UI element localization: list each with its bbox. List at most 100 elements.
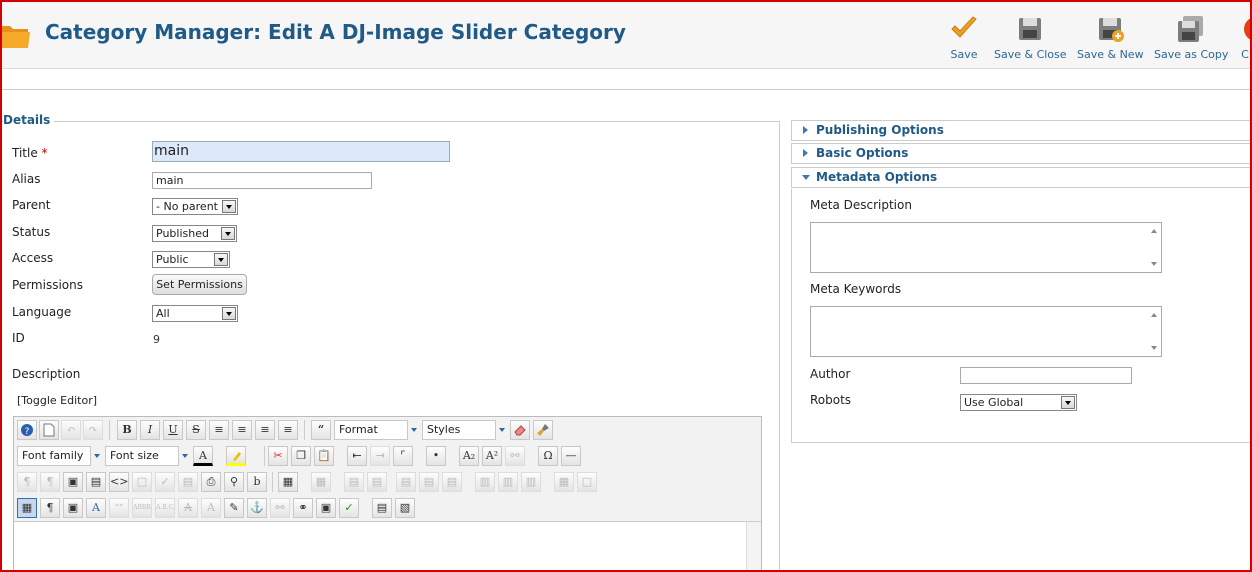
indent-icon[interactable]: ⇥ xyxy=(370,446,390,466)
meta-description-textarea[interactable] xyxy=(810,222,1162,273)
redo-icon[interactable]: ↷ xyxy=(83,420,103,440)
code-icon[interactable]: <> xyxy=(109,472,129,492)
del-icon[interactable]: A xyxy=(178,498,198,518)
font-family-dropdown[interactable]: Font family xyxy=(17,446,100,466)
insert-col-after-icon[interactable]: ▥ xyxy=(498,472,518,492)
replace-icon[interactable]: b xyxy=(247,472,267,492)
fullscreen-icon[interactable]: ▤ xyxy=(372,498,392,518)
editor-content-area[interactable] xyxy=(14,521,761,572)
superscript-icon[interactable]: A² xyxy=(482,446,502,466)
split-cells-icon[interactable]: ▦ xyxy=(554,472,574,492)
page-break-icon[interactable]: ▤ xyxy=(178,472,198,492)
save-as-copy-button[interactable]: Save as Copy xyxy=(1154,14,1228,61)
new-document-icon[interactable] xyxy=(39,420,59,440)
metadata-options-panel[interactable]: Metadata Options xyxy=(791,167,1252,188)
align-left-icon[interactable]: ≡ xyxy=(255,420,275,440)
justify-full-icon[interactable]: ≡ xyxy=(209,420,229,440)
set-permissions-button[interactable]: Set Permissions xyxy=(152,274,247,295)
insert-row-after-icon[interactable]: ▤ xyxy=(419,472,439,492)
special-character-icon[interactable]: Ω xyxy=(538,446,558,466)
styleprops-icon[interactable]: A xyxy=(86,498,106,518)
link-icon[interactable]: ⚯ xyxy=(505,446,525,466)
visual-aid-icon[interactable]: ▦ xyxy=(17,498,37,518)
publishing-options-panel[interactable]: Publishing Options xyxy=(791,120,1252,141)
textarea-scrollbar[interactable] xyxy=(1147,223,1161,272)
textarea-scrollbar[interactable] xyxy=(1147,307,1161,356)
media-icon[interactable]: ▣ xyxy=(63,472,83,492)
meta-keywords-textarea[interactable] xyxy=(810,306,1162,357)
save-close-button[interactable]: Save & Close xyxy=(994,14,1067,61)
italic-icon[interactable]: I xyxy=(140,420,160,440)
strikethrough-icon[interactable]: S xyxy=(186,420,206,440)
row-props-icon[interactable]: ▤ xyxy=(344,472,364,492)
title-input[interactable]: main xyxy=(152,141,450,162)
template-icon[interactable]: ▤ xyxy=(86,472,106,492)
ltr-icon[interactable]: ¶ xyxy=(17,472,37,492)
cite-icon[interactable]: “” xyxy=(109,498,129,518)
merge-cells-icon[interactable]: □ xyxy=(577,472,597,492)
spellcheck-icon[interactable]: ✓ xyxy=(155,472,175,492)
delete-table-icon[interactable]: ▦ xyxy=(311,472,331,492)
access-select[interactable]: Public xyxy=(152,251,230,268)
insert-col-before-icon[interactable]: ▥ xyxy=(475,472,495,492)
acronym-icon[interactable]: A.B.C. xyxy=(155,498,175,518)
close-button[interactable]: C xyxy=(1238,14,1252,61)
blockquote-icon[interactable]: “ xyxy=(311,420,331,440)
cleanup-brush-icon[interactable] xyxy=(533,420,553,440)
spellchecker-icon[interactable]: ✓ xyxy=(339,498,359,518)
underline-icon[interactable]: U xyxy=(163,420,183,440)
unlink-icon[interactable]: ⚯ xyxy=(270,498,290,518)
save-new-button[interactable]: Save & New xyxy=(1077,14,1144,61)
cell-props-icon[interactable]: ▤ xyxy=(367,472,387,492)
delete-col-icon[interactable]: ▥ xyxy=(521,472,541,492)
toggle-editor-link[interactable]: [Toggle Editor] xyxy=(17,394,97,407)
parent-select[interactable]: - No parent - xyxy=(152,198,238,215)
format-dropdown[interactable]: Format xyxy=(334,420,417,440)
insert-row-before-icon[interactable]: ▤ xyxy=(396,472,416,492)
paste-icon[interactable]: 📋 xyxy=(314,446,334,466)
align-center-icon[interactable]: ≡ xyxy=(232,420,252,440)
insert-link-icon[interactable]: ⚭ xyxy=(293,498,313,518)
layer-icon[interactable]: ▧ xyxy=(395,498,415,518)
author-input[interactable] xyxy=(960,367,1132,384)
robots-select[interactable]: Use Global xyxy=(960,394,1077,411)
alias-input[interactable]: main xyxy=(152,172,372,189)
search-icon[interactable]: ⚲ xyxy=(224,472,244,492)
bold-icon[interactable]: B xyxy=(117,420,137,440)
numbered-list-icon[interactable]: ⌜ xyxy=(393,446,413,466)
status-select[interactable]: Published xyxy=(152,225,237,242)
subscript-icon[interactable]: A₂ xyxy=(459,446,479,466)
undo-icon[interactable]: ↶ xyxy=(61,420,81,440)
eraser-icon[interactable] xyxy=(510,420,530,440)
image-icon[interactable]: ▣ xyxy=(316,498,336,518)
align-right-icon[interactable]: ≡ xyxy=(278,420,298,440)
rtl-icon[interactable]: ¶ xyxy=(40,472,60,492)
nonbreaking-icon[interactable]: ▣ xyxy=(63,498,83,518)
horizontal-rule-icon[interactable]: — xyxy=(561,446,581,466)
styles-dropdown-label: Styles xyxy=(427,423,461,436)
save-button[interactable]: Save xyxy=(946,14,982,61)
font-size-dropdown[interactable]: Font size xyxy=(105,446,188,466)
preview-icon[interactable]: □ xyxy=(132,472,152,492)
print-icon[interactable]: ⎙ xyxy=(201,472,221,492)
basic-options-panel[interactable]: Basic Options xyxy=(791,143,1252,164)
attributes-icon[interactable]: ✎ xyxy=(224,498,244,518)
outdent-icon[interactable]: ⇤ xyxy=(347,446,367,466)
text-color-icon[interactable]: A xyxy=(193,446,213,466)
styles-dropdown[interactable]: Styles xyxy=(422,420,505,440)
copy-icon[interactable]: ❐ xyxy=(291,446,311,466)
cut-icon[interactable]: ✂ xyxy=(268,446,288,466)
language-select-value: All xyxy=(156,307,170,320)
delete-row-icon[interactable]: ▤ xyxy=(442,472,462,492)
dropdown-arrow-icon xyxy=(408,420,421,440)
bullet-list-icon[interactable]: • xyxy=(426,446,446,466)
language-select[interactable]: All xyxy=(152,305,238,322)
abbr-icon[interactable]: ABBR xyxy=(132,498,152,518)
show-blocks-icon[interactable]: ¶ xyxy=(40,498,60,518)
anchor-icon[interactable]: ⚓ xyxy=(247,498,267,518)
table-icon[interactable]: ▦ xyxy=(278,472,298,492)
help-icon[interactable]: ? xyxy=(17,420,37,440)
editor-scrollbar[interactable] xyxy=(746,522,761,572)
ins-icon[interactable]: A xyxy=(201,498,221,518)
background-color-icon[interactable] xyxy=(226,446,246,466)
